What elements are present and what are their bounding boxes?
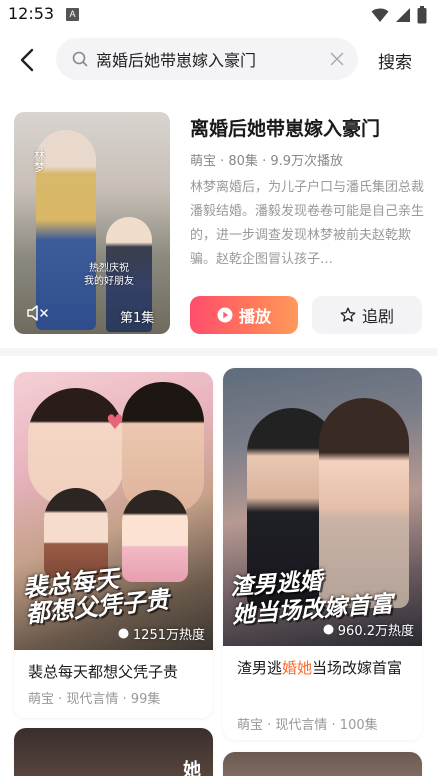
star-icon [340, 307, 356, 322]
play-icon [217, 307, 233, 323]
drama-card[interactable] [223, 752, 422, 776]
result-meta: 萌宝 · 80集 · 9.9万次播放 [190, 154, 344, 169]
episode-tag: 第1集 [120, 311, 155, 326]
heat-value: 1251万热度 [132, 628, 205, 643]
card-title-highlight: 婚她 [282, 659, 313, 677]
follow-label: 追剧 [361, 307, 394, 326]
status-time: 12:53 [8, 4, 55, 23]
drama-card[interactable]: ♥ 裴总每天 都想父凭子贵 1251万热度 裴总每天都想父凭子贵 萌宝 · 现代… [14, 372, 213, 718]
card-title-part: 当场改嫁首富 [312, 659, 403, 677]
mute-icon[interactable] [26, 304, 50, 322]
heat-badge: 960.2万热度 [323, 620, 414, 639]
card-cover: ♥ 裴总每天 都想父凭子贵 1251万热度 [14, 372, 213, 650]
cover-figure [44, 488, 108, 578]
drama-card[interactable]: 她 [14, 728, 213, 776]
search-button[interactable]: 搜索 [378, 48, 412, 73]
card-meta: 萌宝 · 现代言情 · 100集 [237, 718, 378, 733]
notification-badge: A [66, 8, 79, 21]
play-button[interactable]: 播放 [190, 296, 298, 334]
drama-card[interactable]: 渣男逃婚 她当场改嫁首富 960.2万热度 渣男逃婚她当场改嫁首富 萌宝 · 现… [223, 368, 422, 740]
play-label: 播放 [238, 307, 271, 326]
signal-icon [396, 8, 410, 22]
section-divider [0, 348, 437, 356]
heart-icon: ♥ [106, 410, 124, 434]
cover-art-text: 她 [183, 760, 201, 776]
follow-button[interactable]: 追剧 [312, 296, 422, 334]
card-title: 渣男逃婚她当场改嫁首富 [237, 656, 413, 681]
search-input[interactable] [96, 38, 326, 80]
result-cover[interactable]: 林梦 热烈庆祝 我的好朋友 第1集 [14, 112, 170, 334]
card-meta: 萌宝 · 现代言情 · 99集 [28, 692, 161, 707]
result-title[interactable]: 离婚后她带崽嫁入豪门 [190, 114, 380, 141]
heat-icon [323, 624, 334, 635]
search-box[interactable] [56, 38, 358, 80]
clear-icon[interactable] [330, 52, 344, 66]
search-header: 搜索 [0, 36, 437, 84]
search-icon [72, 51, 88, 67]
wifi-icon [371, 8, 389, 22]
heat-value: 960.2万热度 [337, 624, 414, 639]
result-description: 林梦离婚后，为儿子户口与潘氏集团总裁潘毅结婚。潘毅发现卷卷可能是自己亲生的，进一… [190, 180, 425, 267]
cover-name-tag: 林梦 [34, 149, 45, 174]
status-bar: 12:53 A [0, 0, 437, 30]
top-result: 林梦 热烈庆祝 我的好朋友 第1集 离婚后她带崽嫁入豪门 萌宝 · 80集 · … [0, 110, 437, 340]
card-title-part: 渣男逃 [237, 659, 283, 677]
card-cover: 渣男逃婚 她当场改嫁首富 960.2万热度 [223, 368, 422, 646]
heat-icon [118, 628, 129, 639]
back-button[interactable] [14, 46, 42, 74]
card-title: 裴总每天都想父凭子贵 [28, 663, 179, 681]
battery-icon [417, 6, 427, 24]
status-icons [371, 6, 427, 24]
cover-caption: 热烈庆祝 我的好朋友 [84, 263, 134, 287]
heat-badge: 1251万热度 [118, 624, 205, 643]
